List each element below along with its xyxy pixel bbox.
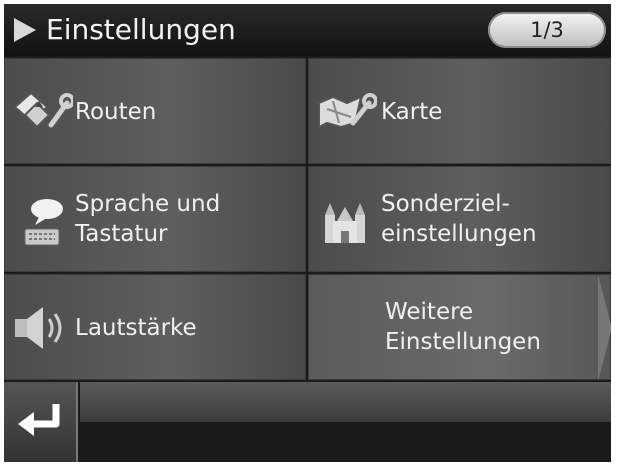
castle-icon [325, 203, 365, 243]
map-wrench-icon [318, 93, 377, 129]
title-arrow-icon [14, 18, 36, 42]
page-title: Einstellungen [46, 13, 236, 46]
volume-label: Lautstärke [75, 315, 197, 341]
more-settings-button[interactable]: Weitere Einstellungen [308, 274, 611, 381]
volume-button[interactable]: Lautstärke [4, 274, 306, 380]
speech-keyboard-icon [24, 199, 63, 246]
bottom-bar [4, 382, 611, 462]
more-label-line1: Weitere [385, 299, 474, 325]
poi-settings-button[interactable]: Sonderziel- einstellungen [308, 166, 611, 272]
page-indicator-button[interactable]: 1/3 [488, 12, 606, 48]
language-label-line2: Tastatur [75, 221, 168, 247]
language-label-line1: Sprache und [75, 191, 221, 217]
bottom-bar-strip [80, 382, 611, 422]
route-signs-icon [13, 91, 73, 129]
page-indicator-label: 1/3 [530, 18, 564, 42]
poi-label-line1: Sonderziel- [381, 191, 510, 217]
map-label: Karte [381, 99, 443, 125]
routes-button[interactable]: Routen [4, 58, 306, 164]
routes-label: Routen [75, 99, 157, 125]
language-keyboard-button[interactable]: Sprache und Tastatur [4, 166, 306, 272]
poi-label-line2: einstellungen [381, 221, 537, 247]
back-button[interactable] [4, 382, 78, 462]
return-arrow-icon [18, 404, 60, 436]
map-button[interactable]: Karte [308, 58, 611, 164]
header-bar: Einstellungen 1/3 [4, 4, 611, 56]
speaker-icon [15, 307, 62, 349]
more-label-line2: Einstellungen [385, 329, 541, 355]
device-screen: Einstellungen 1/3 Routen Karte Sprache u… [4, 4, 611, 462]
